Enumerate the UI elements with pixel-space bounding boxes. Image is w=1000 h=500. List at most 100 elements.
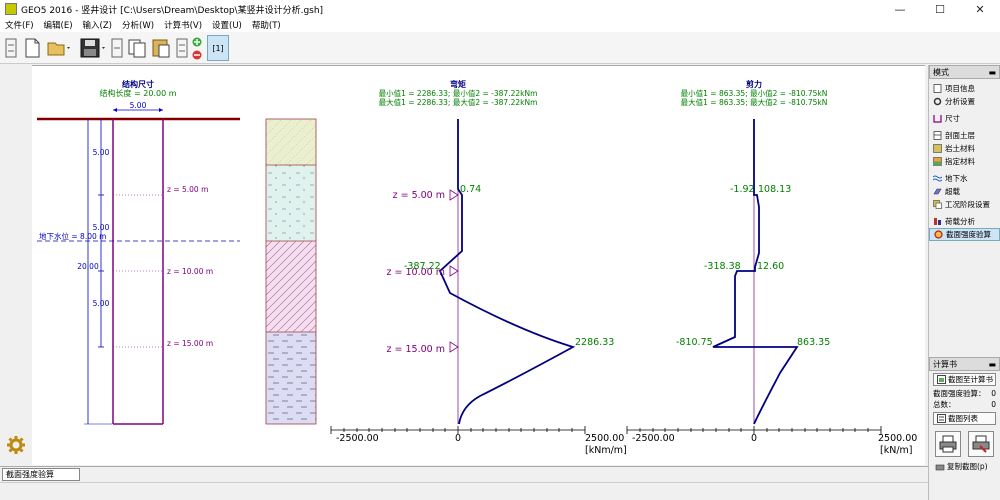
screenshot-list-button[interactable]: 截图列表	[933, 412, 996, 425]
panel-item-label: 地下水	[945, 174, 968, 183]
menu-edit[interactable]: 编辑(E)	[39, 19, 78, 31]
diagram-svg: 结构尺寸 结构长度 = 20.00 m 5.00 20.00 5.00 5.00…	[37, 79, 917, 456]
panel-item-stage-settings[interactable]: 工况阶段设置	[929, 198, 1000, 211]
shear-axis-max: 2500.00	[878, 433, 917, 444]
print-buttons	[929, 427, 1000, 461]
segment-label-2: 5.00	[93, 223, 110, 232]
menu-file[interactable]: 文件(F)	[0, 19, 39, 31]
structure-z-label-3: z = 15.00 m	[167, 339, 213, 348]
assign-icon	[933, 157, 942, 166]
panel-item-section-check[interactable]: 截面强度验算	[929, 228, 1000, 241]
remove-stage-icon[interactable]	[192, 50, 202, 60]
toolbar-grip-2-icon	[110, 36, 124, 60]
panel-item-label: 超载	[945, 187, 960, 196]
add-screenshot-button[interactable]: 截图至计算书	[933, 373, 996, 386]
panel-item-label: 岩土材料	[945, 144, 975, 153]
panel-item-project-info[interactable]: 项目信息	[929, 82, 1000, 95]
right-panel: 模式 ▬ 项目信息 分析设置 尺寸 剖面土层 岩土材料 指定材料 地下水 超载 …	[928, 65, 1000, 500]
app-icon	[5, 3, 17, 15]
shear-value-4: 12.60	[757, 261, 784, 272]
panel-item-assign[interactable]: 指定材料	[929, 155, 1000, 168]
status-tab[interactable]: 截面强度验算	[2, 468, 80, 481]
report-panel-title: 计算书	[933, 359, 957, 369]
soil-icon	[933, 144, 942, 153]
print-export-button[interactable]	[968, 431, 995, 457]
paste-icon[interactable]	[150, 36, 172, 60]
save-file-icon[interactable]	[78, 36, 108, 60]
panel-item-soils[interactable]: 岩土材料	[929, 142, 1000, 155]
shear-line1: 最小值1 = 863.35; 最小值2 = -810.75kN	[681, 88, 828, 98]
moment-axis-max: 2500.00	[585, 433, 624, 444]
panel-item-label: 指定材料	[945, 157, 975, 166]
section-check-icon	[934, 230, 943, 239]
moment-marker-3	[449, 341, 459, 353]
copy-printer-icon	[935, 464, 945, 470]
menu-report[interactable]: 计算书(V)	[159, 19, 207, 31]
printer-export-icon	[972, 435, 990, 453]
minimize-button[interactable]: —	[880, 0, 920, 18]
menu-analysis[interactable]: 分析(W)	[117, 19, 159, 31]
panel-item-water[interactable]: 地下水	[929, 172, 1000, 185]
segment-label-3: 5.00	[93, 299, 110, 308]
copy-icon[interactable]	[126, 36, 148, 60]
shear-title: 剪力	[746, 79, 762, 89]
stage-1-button[interactable]: [1]	[207, 35, 229, 61]
report-section: 计算书 ▬ 截图至计算书 截面强度验算： 0 总数： 0 截图列表 复制截图(p…	[929, 357, 1000, 472]
maximize-button[interactable]: ☐	[920, 0, 960, 18]
report-row-label: 总数：	[933, 400, 956, 409]
shear-value-3: -318.38	[704, 261, 741, 272]
mode-panel-header: 模式 ▬	[929, 65, 1000, 79]
drawing-canvas[interactable]: 结构尺寸 结构长度 = 20.00 m 5.00 20.00 5.00 5.00…	[32, 65, 925, 465]
panel-item-analysis-settings[interactable]: 分析设置	[929, 95, 1000, 108]
open-file-icon[interactable]	[45, 36, 73, 60]
structure-z-label-2: z = 10.00 m	[167, 267, 213, 276]
moment-z-label-3: z = 15.00 m	[387, 344, 445, 355]
copy-screenshot-label: 复制截图(p)	[947, 462, 988, 471]
report-row-section-check: 截面强度验算： 0	[929, 388, 1000, 399]
shear-value-1: -1.92	[730, 184, 755, 195]
shear-value-6: 863.35	[797, 337, 830, 348]
panel-item-dimensions[interactable]: 尺寸	[929, 112, 1000, 125]
menu-help[interactable]: 帮助(T)	[247, 19, 286, 31]
groundwater-label: 地下水位 = 8.00 m	[39, 231, 106, 241]
panel-item-label: 截面强度验算	[946, 230, 991, 239]
report-panel-header: 计算书 ▬	[929, 357, 1000, 371]
shear-value-5: -810.75	[676, 337, 713, 348]
panel-item-label: 项目信息	[945, 84, 975, 93]
load-analysis-icon	[934, 218, 941, 225]
collapse-report-icon[interactable]: ▬	[988, 360, 996, 369]
soil-profile	[265, 118, 317, 425]
title-bar: GEO5 2016 - 竖井设计 [C:\Users\Dream\Desktop…	[0, 0, 1000, 18]
panel-item-label: 分析设置	[945, 97, 975, 106]
shear-axis-zero: 0	[751, 433, 757, 444]
add-stage-icon[interactable]	[192, 37, 202, 47]
shear-unit: [kN/m]	[880, 445, 912, 456]
panel-item-label: 剖面土层	[945, 131, 975, 140]
collapse-icon[interactable]: ▬	[988, 68, 996, 77]
settings-gear-icon[interactable]	[6, 435, 26, 458]
stage-add-remove	[191, 36, 203, 60]
close-button[interactable]: ✕	[960, 0, 1000, 18]
width-label: 5.00	[130, 101, 147, 110]
new-file-icon[interactable]	[22, 36, 42, 60]
total-label: 20.00	[77, 262, 99, 271]
moment-unit: [kNm/m]	[585, 445, 627, 456]
menu-settings[interactable]: 设置(U)	[207, 19, 247, 31]
stage-settings-icon	[933, 200, 942, 209]
report-row-label: 截面强度验算：	[933, 389, 986, 398]
moment-value-3: 2286.33	[575, 337, 614, 348]
stage-grip-icon	[175, 36, 189, 60]
shear-axis-min: -2500.00	[632, 433, 675, 444]
print-button[interactable]	[934, 431, 961, 457]
document-icon	[933, 84, 942, 93]
moment-marker-2	[449, 265, 459, 277]
report-row-total: 总数： 0	[929, 399, 1000, 410]
segment-label-1: 5.00	[93, 148, 110, 157]
panel-item-soil-profile[interactable]: 剖面土层	[929, 129, 1000, 142]
surcharge-icon	[933, 188, 942, 195]
panel-item-load-analysis[interactable]: 荷载分析	[929, 215, 1000, 228]
panel-item-surcharge[interactable]: 超载	[929, 185, 1000, 198]
printer-icon	[939, 435, 957, 453]
copy-screenshot-row[interactable]: 复制截图(p)	[929, 461, 1000, 472]
menu-input[interactable]: 输入(Z)	[78, 19, 117, 31]
